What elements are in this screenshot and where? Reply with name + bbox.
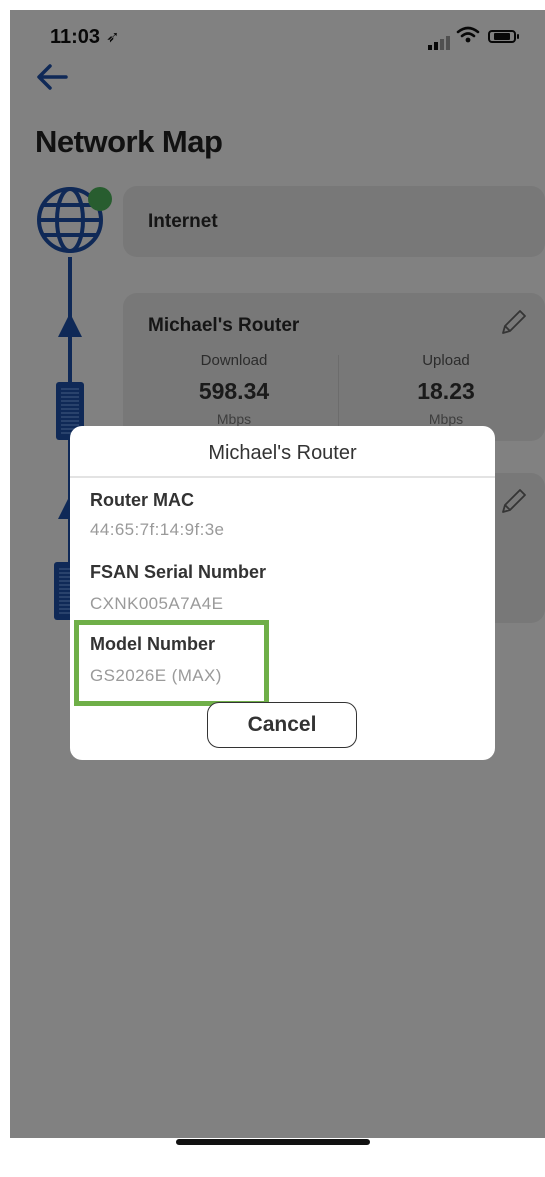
model-number-highlight: [74, 620, 269, 706]
fsan-serial-label: FSAN Serial Number: [90, 562, 267, 582]
router-mac-label: Router MAC: [90, 490, 194, 510]
fsan-serial-value: CXNK005A7A4E: [90, 594, 224, 613]
router-mac-value: 44:65:7f:14:9f:3e: [90, 520, 225, 539]
home-indicator[interactable]: [176, 1139, 370, 1145]
dialog-divider: [70, 476, 495, 478]
cancel-button[interactable]: Cancel: [207, 702, 357, 748]
network-map-screen: 11:03 ➶ Network Map Internet Michael's R…: [10, 10, 545, 1138]
router-details-dialog: Michael's Router Router MAC 44:65:7f:14:…: [70, 426, 495, 760]
phone-screen: 11:03 ➶ Network Map Internet Michael's R…: [10, 10, 545, 1177]
dialog-title: Michael's Router: [208, 442, 357, 464]
